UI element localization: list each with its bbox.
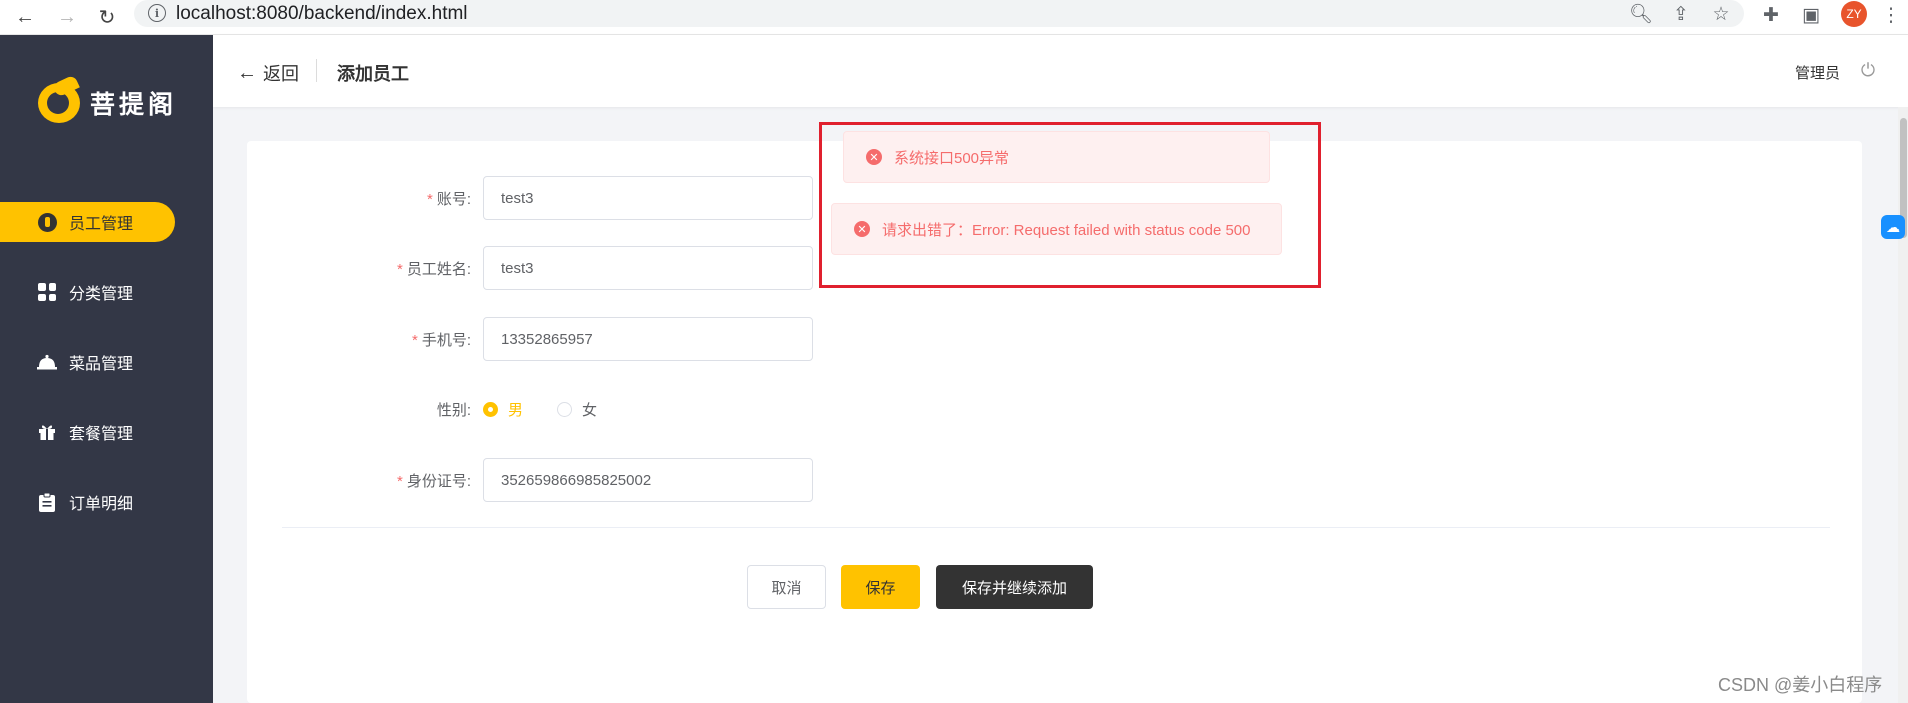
account-label: * 账号:	[426, 191, 471, 208]
clipboard-icon	[37, 492, 57, 512]
sidebar-item-label: 订单明细	[69, 496, 134, 513]
header-divider	[316, 59, 317, 82]
menu-icon[interactable]: ⋮	[1878, 2, 1904, 28]
name-label: * 员工姓名:	[396, 261, 471, 278]
page-title: 添加员工	[337, 64, 409, 84]
sidebar-item-orders[interactable]: 订单明细	[0, 482, 213, 522]
star-icon[interactable]: ☆	[1710, 3, 1732, 25]
sidebar-item-dish[interactable]: 菜品管理	[0, 342, 213, 382]
error-circle-icon: ✕	[866, 149, 882, 165]
dish-cloche-icon	[37, 352, 57, 372]
phone-label: * 手机号:	[411, 332, 471, 349]
gender-female-radio[interactable]: 女	[557, 399, 597, 420]
back-label: 返回	[263, 64, 299, 84]
share-icon[interactable]: ⇪	[1670, 3, 1692, 25]
save-button[interactable]: 保存	[841, 565, 920, 609]
url-text[interactable]: localhost:8080/backend/index.html	[176, 3, 468, 25]
back-link[interactable]: ← 返回	[237, 60, 299, 86]
form-row-phone: * 手机号:	[247, 317, 847, 361]
sidebar: 菩提阁 员工管理 分类管理 菜品管理 套餐管理 订单明细	[0, 35, 213, 703]
error-message: ✕ 请求出错了：Error: Request failed with statu…	[831, 203, 1282, 255]
account-field[interactable]	[484, 177, 812, 219]
logo-icon	[38, 83, 80, 123]
gender-label: 性别:	[436, 402, 471, 419]
category-grid-icon	[37, 282, 57, 302]
phone-input[interactable]	[483, 317, 813, 361]
sidebar-item-label: 套餐管理	[69, 426, 134, 443]
sidebar-menu: 员工管理 分类管理 菜品管理 套餐管理 订单明细	[0, 202, 213, 552]
watermark: CSDN @姜小白程序	[1718, 675, 1883, 695]
sidebar-item-category[interactable]: 分类管理	[0, 272, 213, 312]
sidebar-item-label: 分类管理	[69, 286, 134, 303]
logo: 菩提阁	[38, 83, 177, 123]
zoom-icon[interactable]: 🔍︎	[1629, 3, 1653, 25]
user-name: 管理员	[1795, 65, 1841, 82]
error-message-text: 请求出错了：Error: Request failed with status …	[882, 221, 1251, 239]
error-message-text: 系统接口500异常	[894, 149, 1010, 167]
extensions-icon[interactable]: ✚	[1758, 2, 1784, 28]
sidebar-item-combo[interactable]: 套餐管理	[0, 412, 213, 452]
gift-icon	[37, 422, 57, 442]
name-field[interactable]	[484, 247, 812, 289]
page-header: ← 返回 添加员工 管理员 ⏻	[213, 35, 1908, 107]
form-row-name: * 员工姓名:	[247, 246, 847, 290]
back-arrow-icon[interactable]: ←	[12, 4, 38, 30]
forward-arrow-icon[interactable]: →	[54, 4, 80, 30]
error-message: ✕ 系统接口500异常	[843, 131, 1270, 183]
idcard-field[interactable]	[484, 459, 812, 501]
save-and-continue-button[interactable]: 保存并继续添加	[936, 565, 1093, 609]
cancel-button[interactable]: 取消	[747, 565, 826, 609]
site-info-icon[interactable]: i	[148, 4, 166, 22]
gender-male-radio[interactable]: 男	[483, 399, 523, 420]
form-row-gender: 性别: 男 女	[247, 387, 847, 431]
gender-radio-group: 男 女	[483, 399, 631, 420]
account-input[interactable]	[483, 176, 813, 220]
sidebar-item-label: 员工管理	[69, 216, 134, 233]
idcard-input[interactable]	[483, 458, 813, 502]
logo-text: 菩提阁	[90, 91, 178, 119]
form-divider	[282, 527, 1830, 528]
reload-icon[interactable]: ↻	[94, 4, 120, 30]
error-circle-icon: ✕	[854, 221, 870, 237]
form-row-idcard: * 身份证号:	[247, 458, 847, 502]
sidepanel-icon[interactable]: ▣	[1798, 2, 1824, 28]
profile-avatar[interactable]: ZY	[1841, 1, 1867, 27]
form-row-account: * 账号:	[247, 176, 847, 220]
sidebar-item-label: 菜品管理	[69, 356, 134, 373]
employee-icon	[37, 212, 57, 232]
address-bar[interactable]: i localhost:8080/backend/index.html	[134, 0, 1744, 27]
assistant-widget-icon[interactable]: ☁	[1881, 215, 1905, 239]
idcard-label: * 身份证号:	[396, 473, 471, 490]
phone-field[interactable]	[484, 318, 812, 360]
back-arrow-icon: ←	[237, 61, 257, 84]
sidebar-item-employee[interactable]: 员工管理	[0, 202, 175, 242]
logout-power-icon[interactable]: ⏻	[1858, 60, 1878, 80]
browser-toolbar: ← → ↻ i localhost:8080/backend/index.htm…	[0, 0, 1908, 35]
name-input[interactable]	[483, 246, 813, 290]
